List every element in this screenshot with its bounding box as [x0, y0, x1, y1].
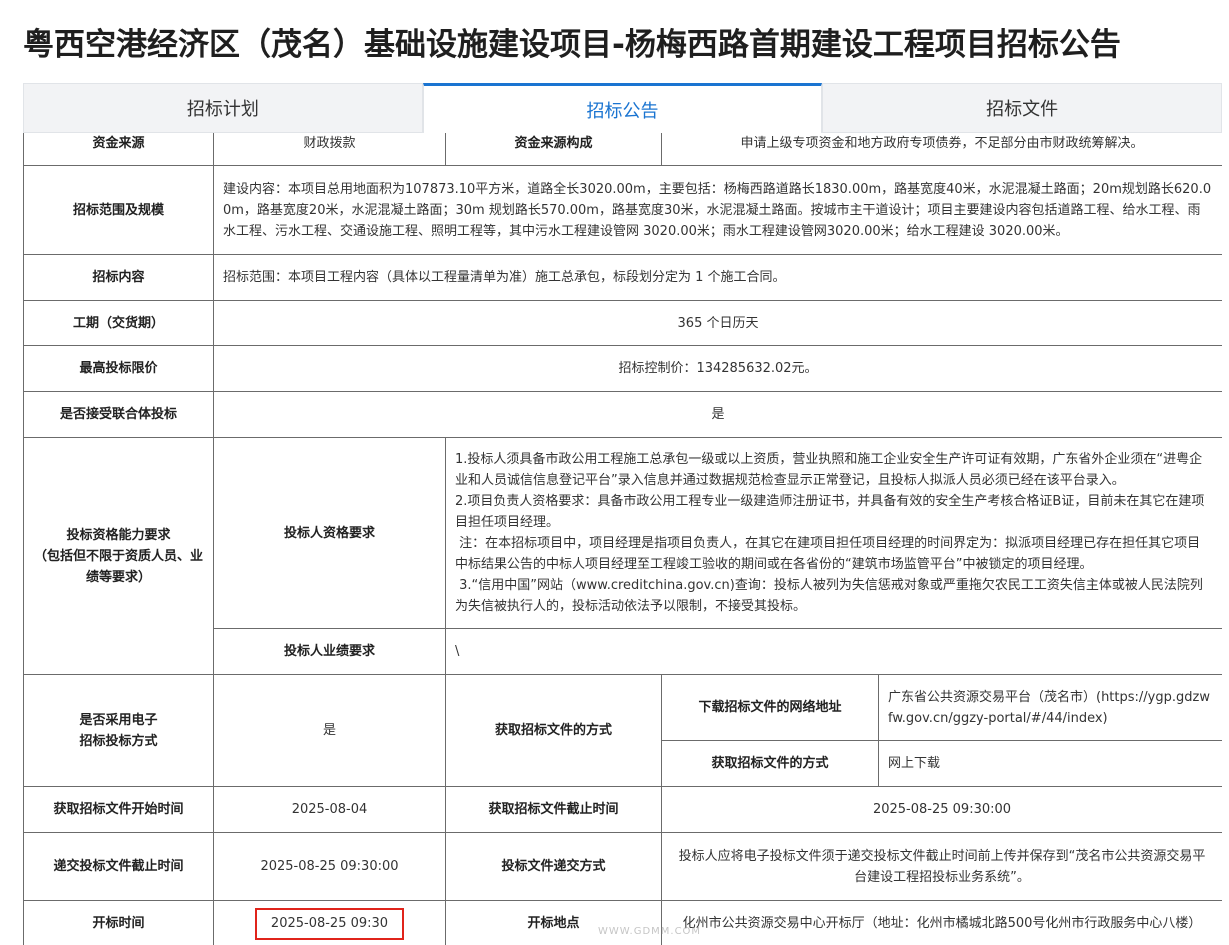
- table-row: 招标范围及规模 建设内容：本项目总用地面积为107873.10平方米，道路全长3…: [23, 165, 1222, 255]
- qualification-item: 1.投标人须具备市政公用工程施工总承包一级或以上资质，营业执照和施工企业安全生产…: [455, 452, 1203, 488]
- download-url-label: 下载招标文件的网络地址: [661, 674, 879, 741]
- bidder-performance-value: \: [444, 628, 1222, 675]
- obtain-method-label: 获取招标文件的方式: [661, 740, 879, 787]
- qualification-title: 投标资格能力要求: [66, 527, 171, 543]
- electronic-bidding-value: 是: [213, 674, 446, 787]
- opening-time-value: 2025-08-25 09:30: [254, 907, 405, 940]
- table-row: 是否采用电子招标投标方式 是 获取招标文件的方式 下载招标文件的网络地址 广东省…: [23, 674, 1222, 787]
- obtain-end-value: 2025-08-25 09:30:00: [660, 786, 1222, 833]
- announcement-table-container: 资金来源 财政拨款 资金来源构成 申请上级专项资金和地方政府专项债券，不足部分由…: [23, 133, 1222, 945]
- consortium-label: 是否接受联合体投标: [23, 391, 214, 438]
- obtain-start-value: 2025-08-04: [213, 786, 446, 833]
- fund-source-value: 财政拨款: [213, 133, 446, 166]
- tab-bidding-documents[interactable]: 招标文件: [822, 83, 1223, 133]
- table-row: 是否接受联合体投标 是: [23, 391, 1222, 438]
- submission-deadline-label: 递交投标文件截止时间: [23, 832, 214, 901]
- opening-time-cell: 2025-08-25 09:30: [213, 900, 446, 945]
- qualification-item: 2.项目负责人资格要求：具备市政公用工程专业一级建造师注册证书，并具备有效的安全…: [455, 494, 1205, 530]
- opening-place-label: 开标地点: [445, 900, 662, 945]
- table-row: 开标时间 2025-08-25 09:30 开标地点 化州市公共资源交易中心开标…: [23, 900, 1222, 945]
- max-price-label: 最高投标限价: [23, 345, 214, 392]
- bidder-performance-label: 投标人业绩要求: [213, 628, 446, 675]
- qualification-section-label: 投标资格能力要求 （包括但不限于资质人员、业绩等要求）: [23, 437, 214, 675]
- obtain-method-value: 网上下载: [877, 740, 1222, 787]
- table-row: 招标内容 招标范围：本项目工程内容（具体以工程量清单为准）施工总承包，标段划分定…: [23, 254, 1222, 301]
- table-row: 递交投标文件截止时间 2025-08-25 09:30:00 投标文件递交方式 …: [23, 832, 1222, 901]
- announcement-table: 资金来源 财政拨款 资金来源构成 申请上级专项资金和地方政府专项债券，不足部分由…: [23, 133, 1222, 945]
- scope-value: 建设内容：本项目总用地面积为107873.10平方米，道路全长3020.00m，…: [212, 165, 1222, 255]
- submission-deadline-value: 2025-08-25 09:30:00: [213, 832, 446, 901]
- table-row: 最高投标限价 招标控制价：134285632.02元。: [23, 345, 1222, 392]
- tab-bidding-plan[interactable]: 招标计划: [23, 83, 423, 133]
- page-title: 粤西空港经济区（茂名）基础设施建设项目-杨梅西路首期建设工程项目招标公告: [23, 27, 1121, 63]
- bidder-qualification-label: 投标人资格要求: [213, 437, 446, 629]
- electronic-bidding-label: 是否采用电子招标投标方式: [23, 674, 214, 787]
- max-price-value: 招标控制价：134285632.02元。: [212, 345, 1222, 392]
- submission-method-value: 投标人应将电子投标文件须于递交投标文件截止时间前上传并保存到“茂名市公共资源交易…: [660, 832, 1222, 901]
- download-url-value: 广东省公共资源交易平台（茂名市）(https://ygp.gdzwfw.gov.…: [877, 674, 1222, 741]
- bid-content-label: 招标内容: [23, 254, 214, 301]
- qualification-note: （包括但不限于资质人员、业绩等要求）: [33, 548, 203, 585]
- submission-method-label: 投标文件递交方式: [445, 832, 662, 901]
- tab-bar: 招标计划 招标公告 招标文件: [23, 83, 1223, 133]
- table-row: 工期（交货期） 365 个日历天: [23, 300, 1222, 346]
- table-row: 资金来源 财政拨款 资金来源构成 申请上级专项资金和地方政府专项债券，不足部分由…: [23, 133, 1222, 166]
- obtain-documents-label: 获取招标文件的方式: [445, 674, 662, 787]
- obtain-start-label: 获取招标文件开始时间: [23, 786, 214, 833]
- scope-label: 招标范围及规模: [23, 165, 214, 255]
- obtain-end-label: 获取招标文件截止时间: [445, 786, 662, 833]
- table-row: 投标资格能力要求 （包括但不限于资质人员、业绩等要求） 投标人资格要求 1.投标…: [23, 437, 1222, 675]
- bid-content-value: 招标范围：本项目工程内容（具体以工程量清单为准）施工总承包，标段划分定为 1 个…: [212, 254, 1222, 301]
- fund-composition-value: 申请上级专项资金和地方政府专项债券，不足部分由市财政统筹解决。: [660, 133, 1222, 166]
- qualification-item: 注：在本招标项目中，项目经理是指项目负责人，在其它在建项目担任项目经理的时间界定…: [455, 536, 1201, 572]
- bidder-qualification-value: 1.投标人须具备市政公用工程施工总承包一级或以上资质，营业执照和施工企业安全生产…: [444, 437, 1222, 629]
- tab-bidding-announcement[interactable]: 招标公告: [422, 83, 823, 133]
- opening-time-label: 开标时间: [23, 900, 214, 945]
- opening-place-value: 化州市公共资源交易中心开标厅（地址：化州市橘城北路500号化州市行政服务中心八楼…: [660, 900, 1222, 945]
- consortium-value: 是: [212, 391, 1222, 438]
- electronic-bidding-label-text: 是否采用电子招标投标方式: [79, 712, 158, 749]
- duration-label: 工期（交货期）: [23, 300, 214, 346]
- fund-composition-label: 资金来源构成: [445, 133, 662, 166]
- duration-value: 365 个日历天: [212, 300, 1222, 346]
- qualification-item: 3.“信用中国”网站（www.creditchina.gov.cn)查询：投标人…: [455, 578, 1203, 614]
- table-row: 获取招标文件开始时间 2025-08-04 获取招标文件截止时间 2025-08…: [23, 786, 1222, 833]
- fund-source-label: 资金来源: [23, 133, 214, 166]
